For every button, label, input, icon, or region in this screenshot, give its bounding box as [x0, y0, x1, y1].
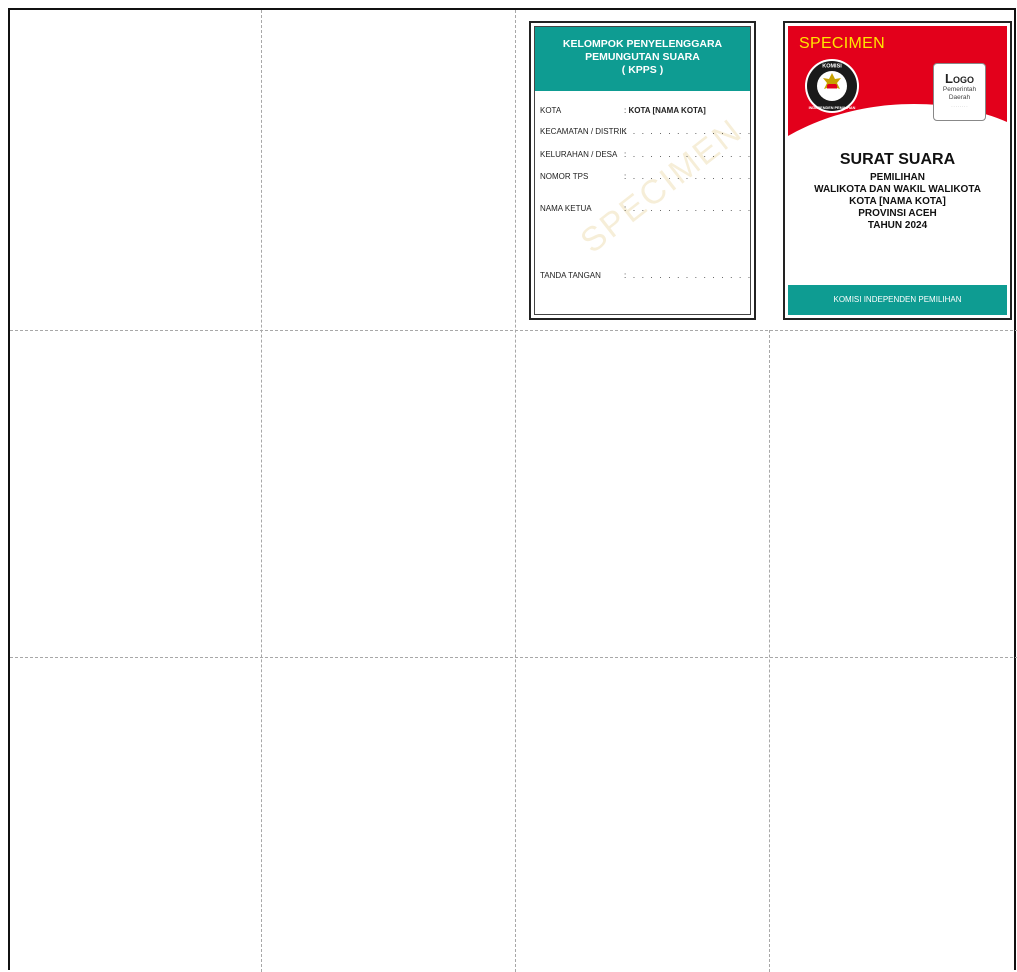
cut-line-horizontal: [10, 330, 1017, 331]
kpps-row-kelurahan: KELURAHAN / DESA: . . . . . . . . . . . …: [540, 150, 750, 159]
logo-title: Logo: [945, 71, 974, 86]
ballot-card: SPECIMEN KOMISI INDEPENDEN PEMILIHAN Log…: [783, 21, 1012, 320]
logo-subtitle: Pemerintah: [942, 86, 977, 93]
cut-line-vertical: [769, 330, 770, 972]
ballot-subtitle: PEMILIHAN WALIKOTA DAN WAKIL WALIKOTA KO…: [788, 172, 1007, 232]
cut-line-vertical: [261, 10, 262, 972]
specimen-label: SPECIMEN: [799, 35, 885, 52]
row-label: NAMA KETUA: [540, 204, 592, 213]
ballot-subtitle-line: KOTA [NAMA KOTA]: [849, 196, 946, 207]
kpps-header-line: KELOMPOK PENYELENGGARA: [562, 38, 723, 50]
kpps-row-kota: KOTA: KOTA [NAMA KOTA]: [540, 106, 706, 115]
kpps-header-line: PEMUNGUTAN SUARA: [585, 51, 700, 63]
row-label: KECAMATAN / DISTRIK: [540, 127, 627, 136]
regional-government-logo: Logo Pemerintah Daerah · · · · · · · ·: [933, 63, 986, 121]
kpps-header: KELOMPOK PENYELENGGARA PEMUNGUTAN SUARA …: [535, 27, 750, 91]
row-label: NOMOR TPS: [540, 172, 589, 181]
ballot-subtitle-line: WALIKOTA DAN WAKIL WALIKOTA: [814, 184, 981, 195]
logo-fineprint: · · · · · · · ·: [951, 105, 968, 109]
row-label: KELURAHAN / DESA: [540, 150, 618, 159]
kpps-row-tanda-tangan: TANDA TANGAN: . . . . . . . . . . . . . …: [540, 271, 750, 280]
kpps-row-kecamatan: KECAMATAN / DISTRIK: . . . . . . . . . .…: [540, 127, 750, 136]
emblem-top-text: KOMISI: [822, 64, 842, 70]
ballot-subtitle-line: PROVINSI ACEH: [858, 208, 937, 219]
cut-line-horizontal: [10, 657, 1017, 658]
logo-subtitle: Daerah: [948, 94, 971, 101]
kpps-row-nomor-tps: NOMOR TPS: . . . . . . . . . . . . . . .…: [540, 172, 750, 181]
cut-line-vertical: [515, 10, 516, 972]
row-value: KOTA [NAMA KOTA]: [628, 106, 706, 115]
kip-emblem-icon: KOMISI INDEPENDEN PEMILIHAN: [805, 59, 859, 113]
row-label: KOTA: [540, 106, 562, 115]
emblem-bottom-text: INDEPENDEN PEMILIHAN: [809, 106, 856, 110]
ballot-subtitle-line: PEMILIHAN: [870, 172, 925, 183]
ballot-title: SURAT SUARA: [839, 151, 956, 168]
print-sheet: KELOMPOK PENYELENGGARA PEMUNGUTAN SUARA …: [8, 8, 1017, 972]
ballot-footer: KOMISI INDEPENDEN PEMILIHAN: [788, 285, 1007, 315]
ballot-subtitle-line: TAHUN 2024: [867, 220, 928, 231]
kpps-card: KELOMPOK PENYELENGGARA PEMUNGUTAN SUARA …: [529, 21, 756, 320]
kpps-row-nama-ketua: NAMA KETUA: . . . . . . . . . . . . . . …: [540, 204, 750, 213]
kpps-header-line: ( KPPS ): [621, 64, 664, 76]
row-label: TANDA TANGAN: [540, 271, 601, 280]
